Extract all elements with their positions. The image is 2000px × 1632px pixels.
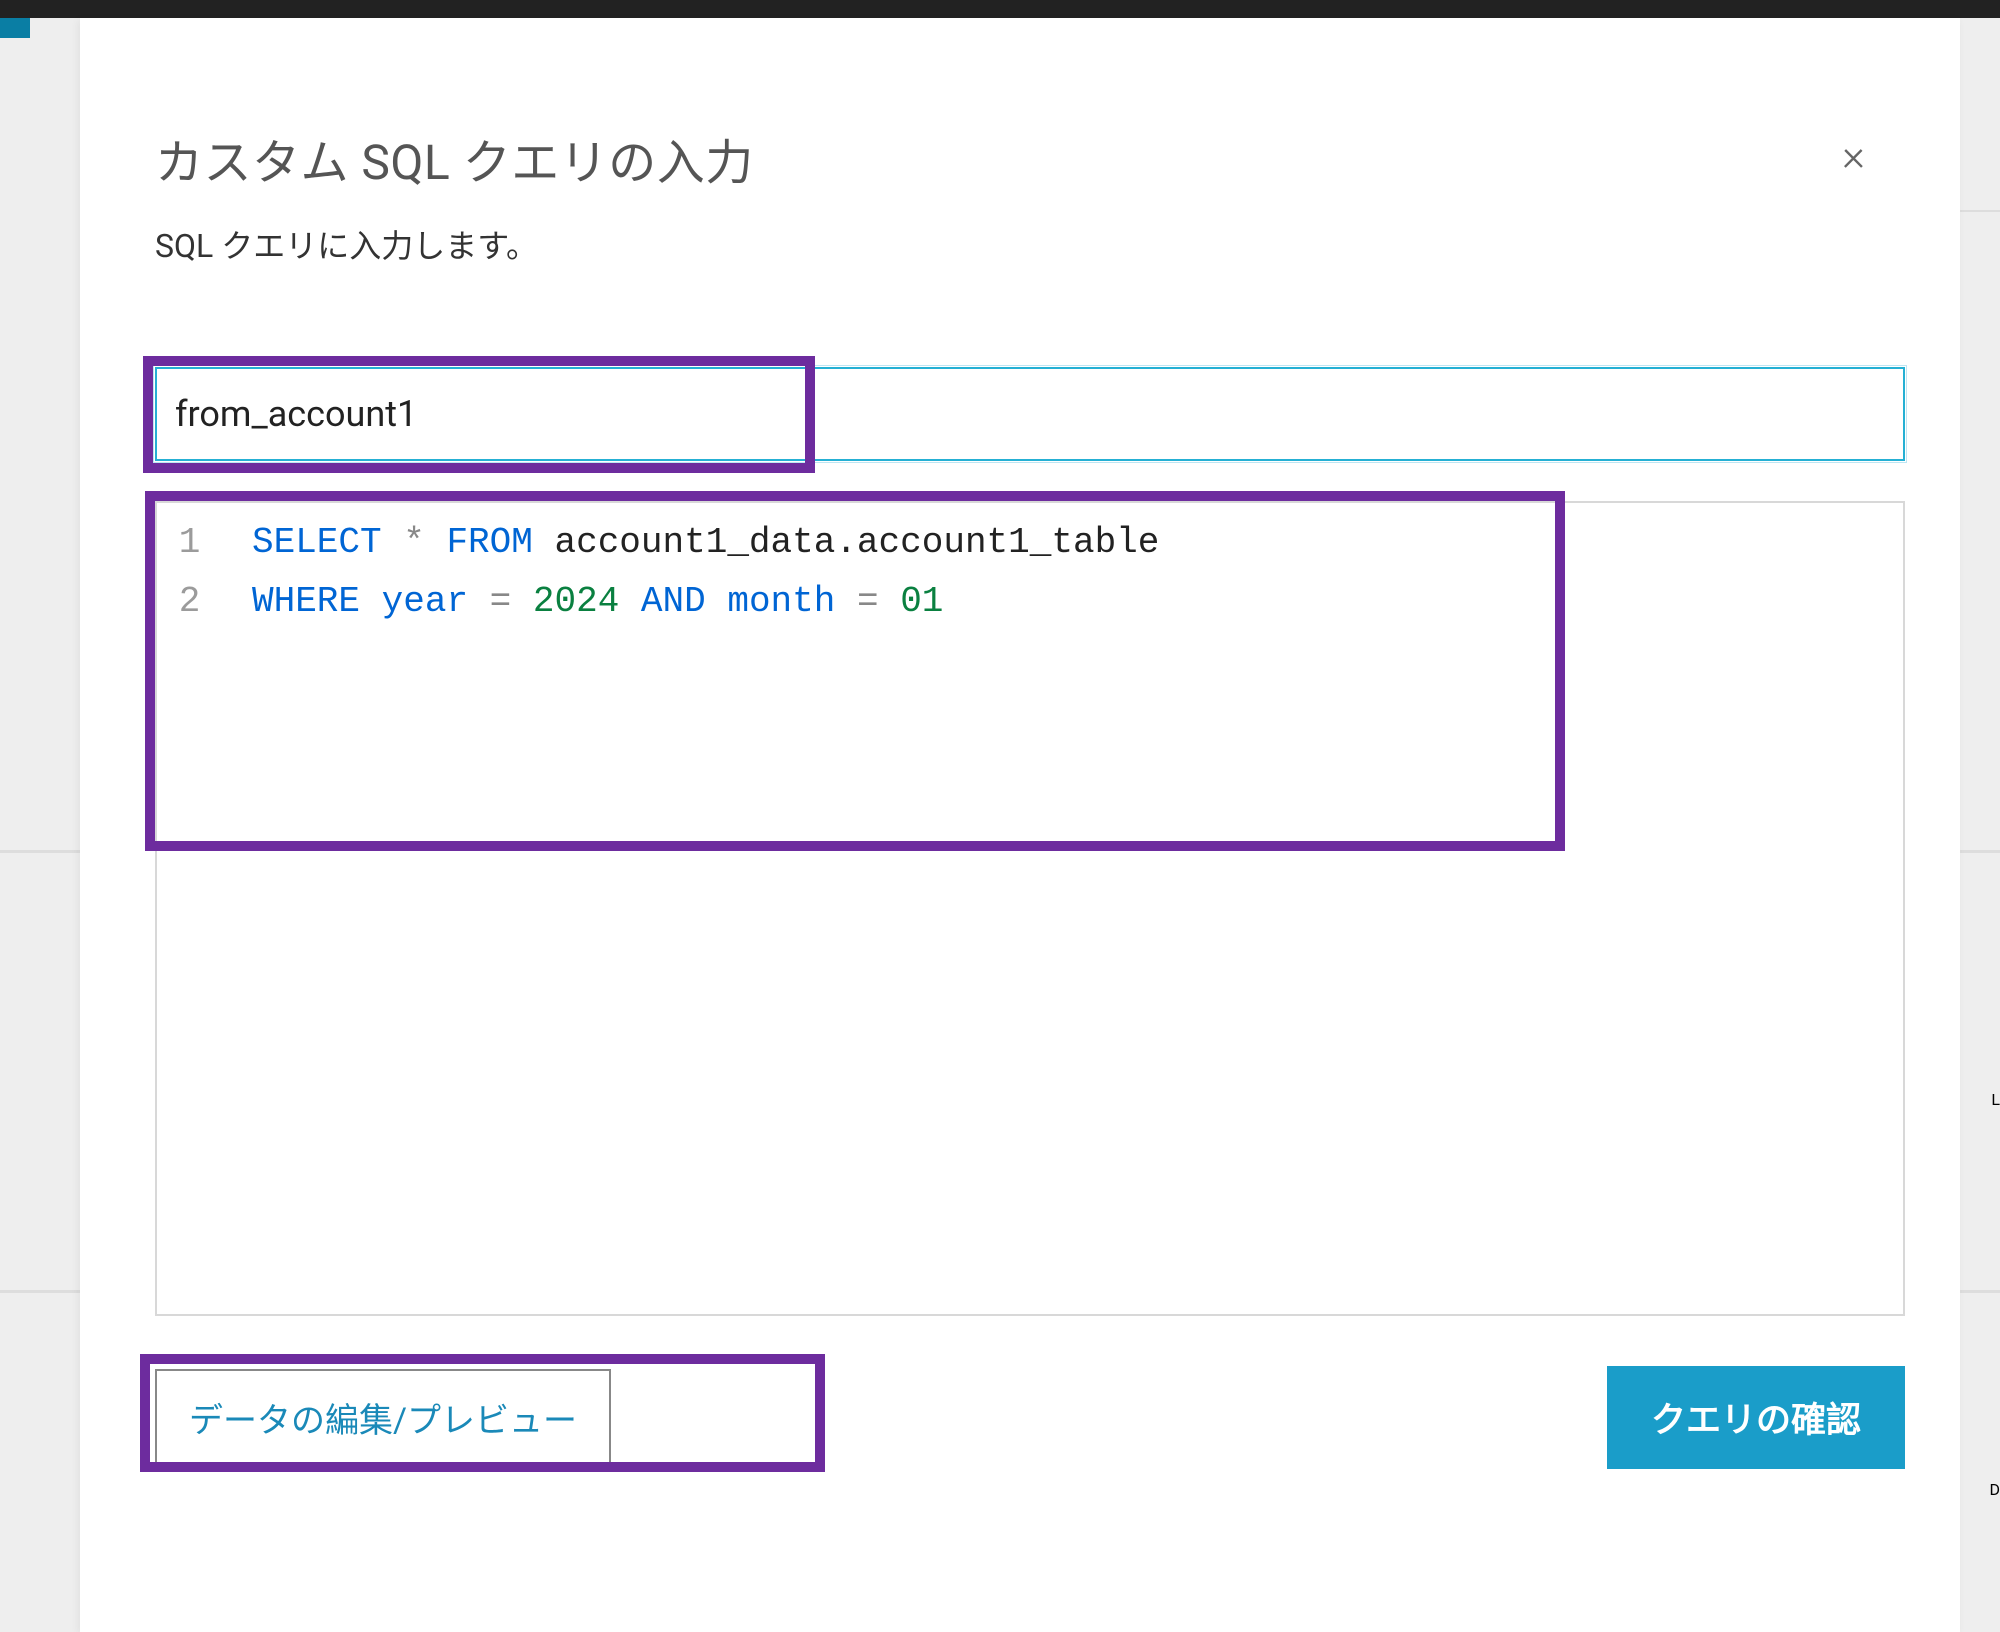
bg-divider xyxy=(1958,850,2000,853)
query-name-input[interactable] xyxy=(155,367,1905,461)
line-number: 2 xyxy=(157,572,252,631)
close-icon[interactable]: × xyxy=(1842,133,1865,177)
accent-bar xyxy=(0,18,30,38)
code-line: 1SELECT * FROM account1_data.account1_ta… xyxy=(157,513,1903,572)
line-content: SELECT * FROM account1_data.account1_tab… xyxy=(252,513,1903,572)
modal-title: カスタム SQL クエリの入力 xyxy=(155,123,754,193)
bg-divider xyxy=(0,1290,80,1293)
sql-code-editor[interactable]: 1SELECT * FROM account1_data.account1_ta… xyxy=(155,501,1905,1316)
modal: カスタム SQL クエリの入力 SQL クエリに入力します。 × 1SELECT… xyxy=(80,18,1960,1632)
top-bar xyxy=(0,0,2000,18)
confirm-query-button[interactable]: クエリの確認 xyxy=(1607,1366,1905,1469)
line-content: WHERE year = 2024 AND month = 01 xyxy=(252,572,1903,631)
edit-preview-button[interactable]: データの編集/プレビュー xyxy=(155,1369,611,1466)
bg-divider xyxy=(1958,210,2000,212)
code-editor-wrapper: 1SELECT * FROM account1_data.account1_ta… xyxy=(155,501,1905,1316)
line-number: 1 xyxy=(157,513,252,572)
bg-divider xyxy=(0,850,80,853)
code-line: 2WHERE year = 2024 AND month = 01 xyxy=(157,572,1903,631)
button-row: データの編集/プレビュー クエリの確認 xyxy=(155,1366,1905,1469)
modal-subtitle: SQL クエリに入力します。 xyxy=(155,221,754,267)
background-text: L xyxy=(1991,1090,2000,1109)
query-name-wrapper xyxy=(155,367,1905,461)
modal-header: カスタム SQL クエリの入力 SQL クエリに入力します。 × xyxy=(155,123,1960,367)
bg-divider xyxy=(1958,1290,2000,1293)
background-text: D xyxy=(1990,1480,2000,1499)
